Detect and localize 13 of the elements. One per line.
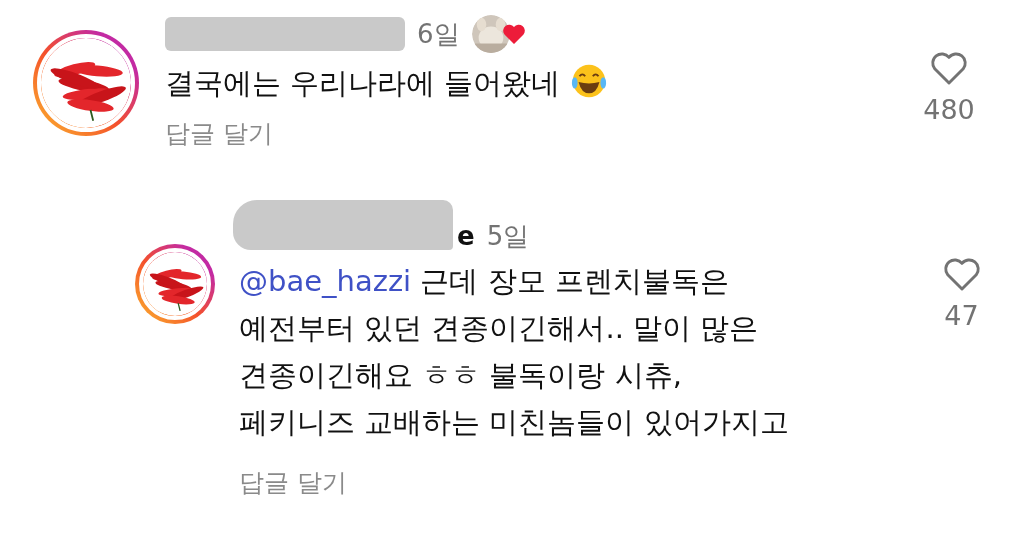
like-heart-icon[interactable]: [930, 50, 968, 86]
mention-link[interactable]: @bae_hazzi: [239, 264, 412, 298]
like-heart-icon[interactable]: [942, 256, 981, 292]
reply-button[interactable]: 답글 달기: [239, 466, 347, 499]
reply-button[interactable]: 답글 달기: [165, 117, 273, 150]
comment-time: 6일: [417, 17, 460, 51]
comment-text: 결국에는 우리나라에 들어왔네: [165, 65, 561, 102]
comment-time: 5일: [486, 219, 530, 253]
like-count: 480: [923, 94, 975, 125]
like-count: 47: [944, 300, 979, 331]
username[interactable]: e: [457, 221, 475, 251]
heart-icon: [501, 23, 526, 45]
comment-text: @bae_hazzi 근데 장모 프렌치불독은 예전부터 있던 견종이긴해서.. 말이 많은 견종이긴해요 ㅎㅎ 불독이랑 시츄, 페키니즈 교배하는 미친놈들이 있어가지고: [239, 263, 790, 441]
